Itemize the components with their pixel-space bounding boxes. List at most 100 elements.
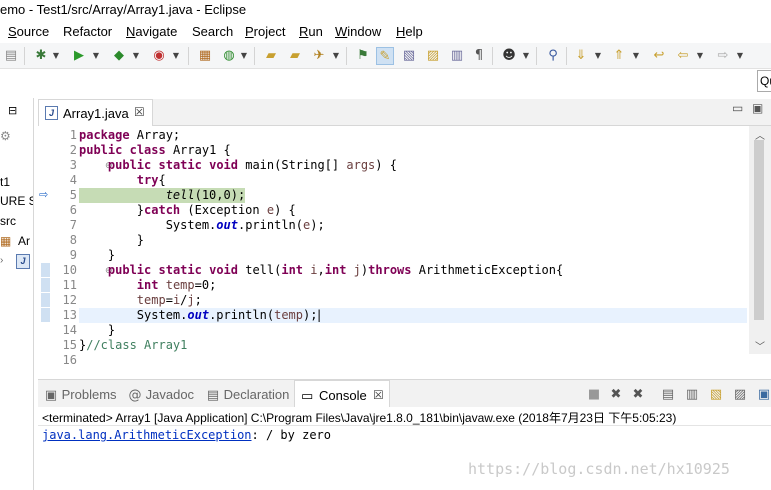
- menu-window[interactable]: Window: [335, 24, 381, 39]
- run-icon[interactable]: ▶: [70, 47, 88, 65]
- code-line[interactable]: int temp=0;: [79, 278, 217, 293]
- console-output[interactable]: java.lang.ArithmeticException: / by zero: [38, 426, 771, 490]
- prev-annotation-icon[interactable]: ⇑: [610, 47, 628, 65]
- open-type-icon[interactable]: ▰: [262, 47, 280, 65]
- clear-console-icon[interactable]: ▤: [660, 387, 676, 402]
- menu-run[interactable]: Run: [299, 24, 323, 39]
- occurrence-marker[interactable]: [41, 278, 50, 292]
- scroll-lock-icon[interactable]: ▥: [684, 387, 700, 402]
- show-console-icon[interactable]: ▨: [732, 387, 748, 402]
- minimize-editor-icon[interactable]: ▭: [732, 101, 743, 115]
- annotation-icon[interactable]: ⚑: [354, 47, 372, 65]
- search-icon[interactable]: ✈: [310, 47, 328, 65]
- save-all-icon[interactable]: ▤: [2, 47, 20, 65]
- tree-item-src[interactable]: src: [0, 214, 16, 228]
- tab-console[interactable]: ▭ Console ☒: [294, 380, 390, 408]
- editor-vertical-scrollbar[interactable]: ︿ ﹀: [749, 126, 771, 354]
- quick-access-input[interactable]: Qu: [757, 70, 771, 92]
- code-line[interactable]: }: [79, 248, 115, 263]
- menu-source[interactable]: Source: [8, 24, 49, 39]
- coverage-icon[interactable]: ◆: [110, 47, 128, 65]
- code-editor[interactable]: ⇨ 1 2 3 4 5 6 7 8 9 10 11 12 13 14 15 16 ⊖ ⊖ package Arra…: [38, 126, 771, 367]
- new-class-dropdown-icon[interactable]: ▼: [240, 47, 248, 65]
- show-whitespace-icon[interactable]: ▥: [448, 47, 466, 65]
- word-wrap-console-icon[interactable]: ▧: [708, 387, 724, 402]
- coverage-dropdown-icon[interactable]: ▼: [132, 47, 140, 65]
- code-line[interactable]: package Array;: [79, 128, 180, 143]
- back-dropdown-icon[interactable]: ▼: [696, 47, 704, 65]
- close-icon[interactable]: ☒: [134, 105, 145, 119]
- debug-icon[interactable]: ✱: [32, 47, 50, 65]
- forward-dropdown-icon[interactable]: ▼: [736, 47, 744, 65]
- open-folder-icon[interactable]: ▰: [286, 47, 304, 65]
- forward-icon[interactable]: ⇨: [714, 47, 732, 65]
- new-class-icon[interactable]: ◍: [220, 47, 238, 65]
- code-line[interactable]: try{: [79, 173, 166, 188]
- external-tools-dropdown-icon[interactable]: ▼: [172, 47, 180, 65]
- minimize-icon[interactable]: ⊟: [8, 104, 17, 117]
- menu-project[interactable]: Project: [245, 24, 285, 39]
- mark-occurrences-icon[interactable]: ✎: [376, 47, 394, 65]
- next-annotation-icon[interactable]: ⇓: [572, 47, 590, 65]
- next-annotation-dropdown-icon[interactable]: ▼: [594, 47, 602, 65]
- scrollbar-thumb[interactable]: [754, 140, 764, 320]
- remove-all-launches-icon[interactable]: ✖: [630, 387, 646, 402]
- code-line[interactable]: System.out.println(e);: [79, 218, 325, 233]
- tab-problems[interactable]: ▣ Problems: [44, 387, 117, 403]
- link-editor-icon[interactable]: ⚙: [0, 129, 11, 143]
- code-line[interactable]: }: [79, 233, 144, 248]
- code-line[interactable]: temp=i/j;: [79, 293, 202, 308]
- terminate-icon[interactable]: ■: [586, 387, 602, 402]
- external-tools-icon[interactable]: ◉: [150, 47, 168, 65]
- new-java-project-icon[interactable]: ▦: [196, 47, 214, 65]
- occurrence-marker[interactable]: [41, 293, 50, 307]
- perspective-dropdown-icon[interactable]: ▼: [522, 47, 530, 65]
- menu-navigate[interactable]: Navigate: [126, 24, 177, 39]
- code-text[interactable]: ⊖ ⊖ package Array; public class Array1 { pu…: [79, 126, 747, 354]
- code-line[interactable]: public static void tell(int i,int j)thro…: [79, 263, 563, 278]
- pin-console-icon[interactable]: ▣: [756, 387, 771, 402]
- exception-link[interactable]: java.lang.ArithmeticException: [42, 428, 252, 442]
- tab-array1-java[interactable]: J Array1.java ☒: [38, 99, 153, 126]
- paragraph-icon[interactable]: ¶: [470, 47, 488, 65]
- occurrence-marker[interactable]: [41, 263, 50, 277]
- tree-expand-icon[interactable]: ›: [0, 255, 3, 266]
- code-line[interactable]: System.out.println(temp);|: [79, 308, 323, 323]
- line-number: 13: [62, 308, 77, 322]
- search-dropdown-icon[interactable]: ▼: [332, 47, 340, 65]
- code-line[interactable]: }: [79, 323, 115, 338]
- perspective-icon[interactable]: ☻: [500, 47, 518, 65]
- back-icon[interactable]: ⇦: [674, 47, 692, 65]
- line-number: 7: [69, 218, 77, 232]
- tree-item-project[interactable]: t1: [0, 175, 10, 189]
- prev-annotation-dropdown-icon[interactable]: ▼: [632, 47, 640, 65]
- tab-declaration[interactable]: ▤ Declaration: [206, 387, 290, 403]
- toolbar-separator: [346, 47, 347, 65]
- debug-dropdown-icon[interactable]: ▼: [52, 47, 60, 65]
- code-line[interactable]: }catch (Exception e) {: [79, 203, 296, 218]
- block-selection-icon[interactable]: ▨: [424, 47, 442, 65]
- close-icon[interactable]: ☒: [373, 388, 384, 402]
- occurrence-marker[interactable]: [41, 308, 50, 322]
- annotation-ruler[interactable]: ⇨: [38, 126, 52, 354]
- menu-help[interactable]: Help: [396, 24, 423, 39]
- code-line[interactable]: }//class Array1: [79, 338, 187, 353]
- run-dropdown-icon[interactable]: ▼: [92, 47, 100, 65]
- pin-icon[interactable]: ⚲: [544, 47, 562, 65]
- window-title-bar: emo - Test1/src/Array/Array1.java - Ecli…: [0, 0, 771, 22]
- code-line[interactable]: public class Array1 {: [79, 143, 231, 158]
- maximize-editor-icon[interactable]: ▣: [752, 101, 763, 115]
- code-line[interactable]: public static void main(String[] args) {: [79, 158, 397, 173]
- word-wrap-icon[interactable]: ▧: [400, 47, 418, 65]
- java-file-icon[interactable]: J: [16, 254, 30, 269]
- tab-javadoc[interactable]: @ Javadoc: [128, 387, 195, 403]
- menu-refactor[interactable]: Refactor: [63, 24, 112, 39]
- scroll-down-icon[interactable]: ﹀: [755, 338, 765, 353]
- remove-launch-icon[interactable]: ✖: [608, 387, 624, 402]
- menu-search[interactable]: Search: [192, 24, 233, 39]
- code-line[interactable]: tell(10,0);: [79, 188, 245, 203]
- tree-item-package[interactable]: Ar: [18, 234, 30, 248]
- line-number: 4: [69, 173, 77, 187]
- tree-item-jre[interactable]: URE S: [0, 194, 33, 208]
- last-edit-icon[interactable]: ↩: [650, 47, 668, 65]
